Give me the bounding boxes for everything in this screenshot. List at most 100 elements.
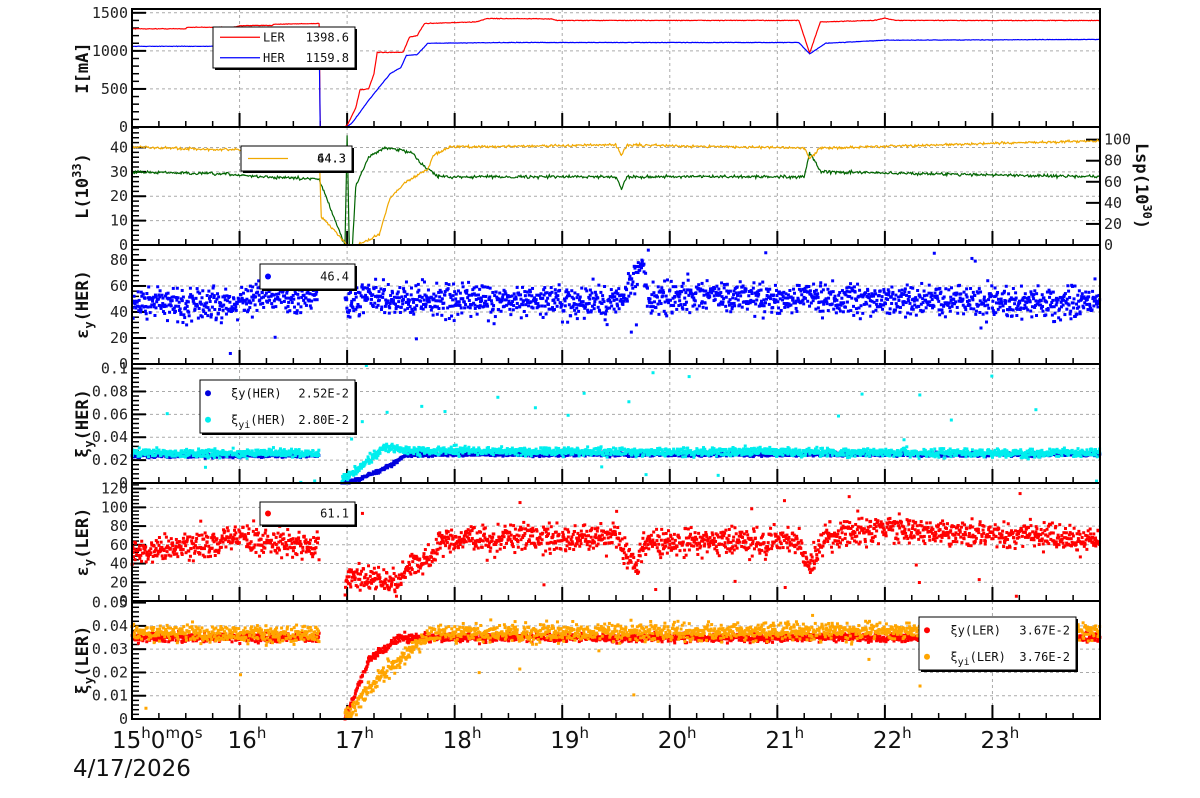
data-point xyxy=(724,295,728,299)
data-point xyxy=(835,298,839,302)
data-point xyxy=(566,320,570,324)
data-point xyxy=(212,294,216,298)
data-point xyxy=(971,290,975,294)
data-point xyxy=(498,291,502,295)
data-point xyxy=(366,297,370,301)
data-point xyxy=(867,292,871,296)
data-point xyxy=(1015,314,1019,318)
data-point xyxy=(274,305,278,309)
data-point xyxy=(764,251,768,255)
data-point xyxy=(593,290,597,294)
data-point xyxy=(770,310,774,314)
data-point xyxy=(855,298,859,302)
data-point xyxy=(292,297,296,301)
data-point xyxy=(558,288,562,292)
data-point xyxy=(969,286,973,290)
data-point xyxy=(243,308,247,312)
data-point xyxy=(159,306,163,310)
data-point xyxy=(1078,312,1082,316)
data-point xyxy=(869,314,873,318)
data-point xyxy=(409,293,413,297)
data-point xyxy=(967,299,971,303)
y-right-tick-label: 0 xyxy=(1104,236,1113,254)
data-point xyxy=(256,286,260,290)
data-point xyxy=(221,308,225,312)
data-point xyxy=(911,286,915,290)
data-point xyxy=(722,297,726,301)
data-point xyxy=(791,296,795,300)
data-point xyxy=(622,299,626,303)
data-point xyxy=(387,311,391,315)
data-point xyxy=(379,287,383,291)
data-point xyxy=(530,294,534,298)
data-point xyxy=(444,318,448,322)
data-point xyxy=(589,309,593,313)
data-point xyxy=(885,311,889,315)
data-point xyxy=(985,320,989,324)
data-point xyxy=(840,296,844,300)
data-point xyxy=(1048,295,1052,299)
data-point xyxy=(278,298,282,302)
data-point xyxy=(948,309,952,313)
data-point xyxy=(924,306,928,310)
data-point xyxy=(783,305,787,309)
data-point xyxy=(374,277,378,281)
data-point xyxy=(775,288,779,292)
data-point xyxy=(509,313,513,317)
data-point xyxy=(902,292,906,296)
data-point xyxy=(1023,292,1027,296)
data-point xyxy=(652,300,656,304)
data-point xyxy=(137,446,141,450)
data-point xyxy=(271,446,275,450)
data-point xyxy=(234,305,238,309)
data-point xyxy=(725,309,729,313)
data-point xyxy=(744,287,748,291)
data-point xyxy=(187,314,191,318)
data-point xyxy=(659,302,663,306)
data-point xyxy=(224,287,228,291)
data-point xyxy=(272,293,276,297)
data-point xyxy=(408,305,412,309)
data-point xyxy=(845,300,849,304)
data-point xyxy=(588,288,592,292)
data-point xyxy=(610,304,614,308)
data-point xyxy=(1050,305,1054,309)
data-point xyxy=(173,309,177,313)
y-tick-label: 500 xyxy=(101,80,128,98)
data-point xyxy=(417,288,421,292)
data-point xyxy=(821,309,825,313)
data-point xyxy=(156,285,160,289)
data-point xyxy=(175,286,179,290)
data-point xyxy=(811,299,815,303)
data-point xyxy=(205,301,209,305)
data-point xyxy=(856,282,860,286)
data-point xyxy=(763,310,767,314)
data-point xyxy=(733,304,737,308)
data-point xyxy=(186,300,190,304)
data-point xyxy=(958,283,962,287)
data-point xyxy=(932,251,936,255)
data-point xyxy=(245,456,249,460)
data-point xyxy=(146,305,150,309)
data-point xyxy=(295,309,299,313)
data-point xyxy=(792,287,796,291)
data-point xyxy=(145,317,149,321)
data-point xyxy=(1015,307,1019,311)
data-point xyxy=(540,304,544,308)
data-point xyxy=(848,290,852,294)
data-point xyxy=(519,293,523,297)
data-point xyxy=(165,319,169,323)
data-point xyxy=(747,294,751,298)
data-point xyxy=(426,288,430,292)
data-point xyxy=(938,313,942,317)
y-tick-label: 0.08 xyxy=(92,382,128,400)
data-point xyxy=(702,293,706,297)
data-point xyxy=(904,293,908,297)
data-point xyxy=(762,298,766,302)
data-point xyxy=(847,285,851,289)
data-point xyxy=(915,298,919,302)
panel-2: 020406080εy(HER) 46.4 xyxy=(73,244,1102,373)
data-point xyxy=(1061,303,1065,307)
data-point xyxy=(537,304,541,308)
data-point xyxy=(987,298,991,302)
